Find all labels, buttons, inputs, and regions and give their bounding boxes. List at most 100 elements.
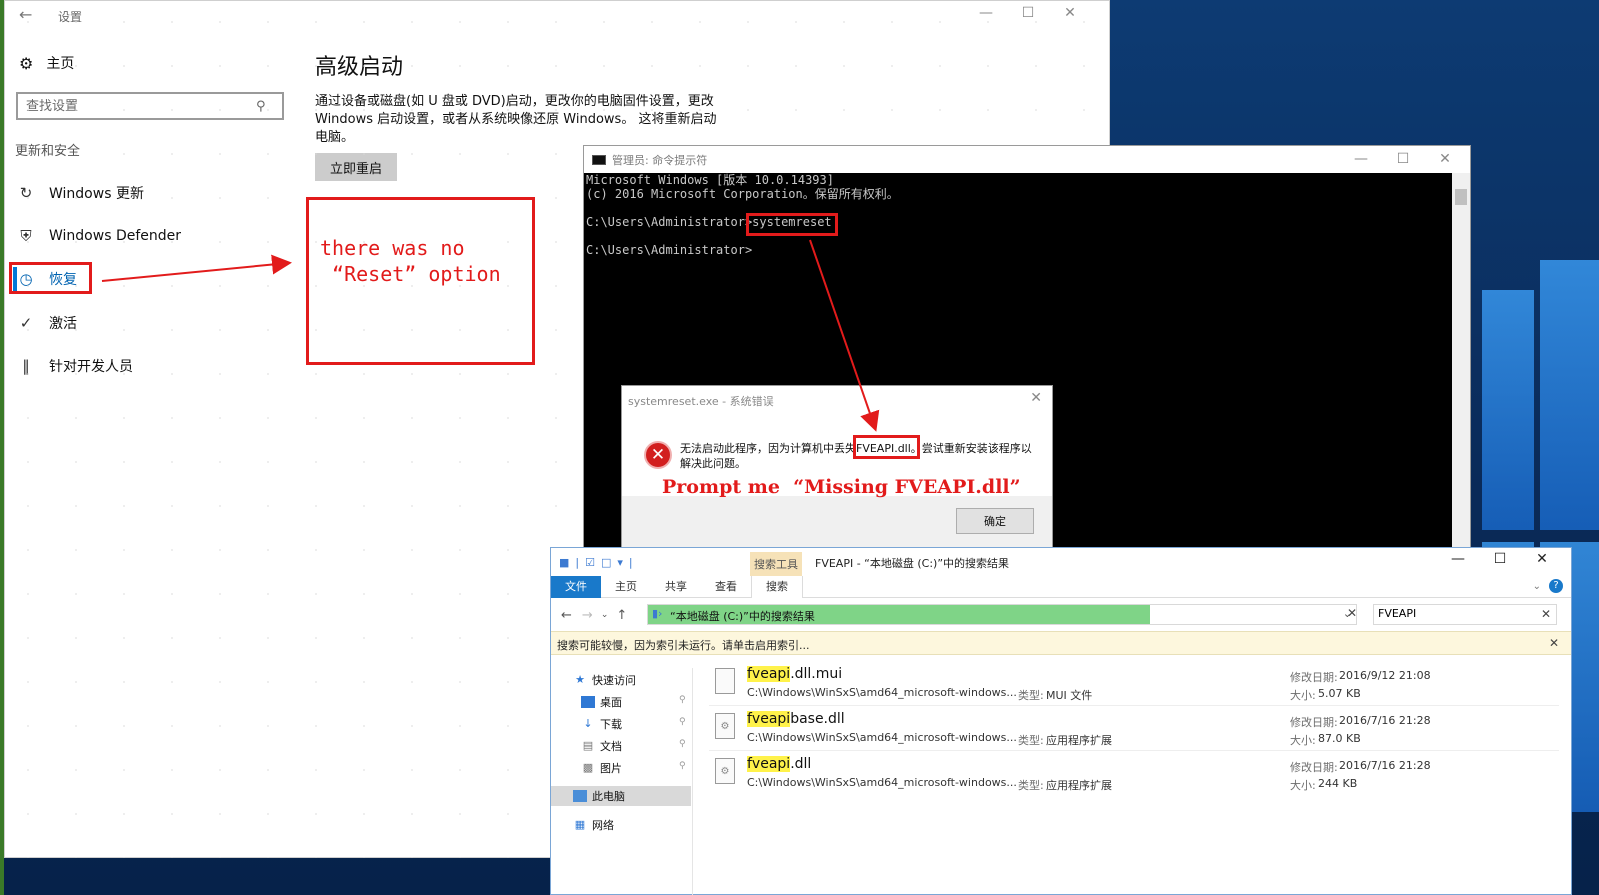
- pin-icon[interactable]: ⚲: [679, 761, 686, 771]
- file-type: MUI 文件: [1046, 689, 1093, 702]
- file-name-match: fveapi: [747, 756, 791, 772]
- scrollbar-thumb[interactable]: [1455, 189, 1467, 205]
- minimize-icon[interactable]: —: [1437, 551, 1479, 567]
- explorer-titlebar: ■|☑□▾| 搜索工具 FVEAPI - “本地磁盘 (C:)”中的搜索结果 —…: [551, 548, 1571, 576]
- cmd-titlebar: 管理员: 命令提示符 — ☐ ✕: [584, 146, 1470, 173]
- file-name: fveapi.dll.mui: [747, 666, 842, 682]
- nav-label: 网络: [592, 819, 614, 832]
- cmd-scrollbar[interactable]: [1452, 173, 1470, 553]
- close-icon[interactable]: ✕: [1049, 5, 1091, 21]
- file-row[interactable]: fveapi.dll.mui C:\Windows\WinSxS\amd64_m…: [709, 662, 1559, 706]
- ok-button[interactable]: 确定: [956, 508, 1034, 534]
- back-arrow-icon[interactable]: ←: [19, 5, 32, 24]
- restart-now-button[interactable]: 立即重启: [315, 153, 397, 181]
- nav-windows-defender[interactable]: ⛨ Windows Defender: [17, 221, 181, 251]
- settings-title: 设置: [58, 10, 83, 24]
- file-modified: 2016/9/12 21:08: [1339, 669, 1431, 682]
- pin-icon[interactable]: ⚲: [679, 739, 686, 749]
- file-path: C:\Windows\WinSxS\amd64_microsoft-window…: [747, 731, 1017, 744]
- explorer-search-input[interactable]: [1378, 607, 1528, 620]
- file-modified: 2016/7/16 21:28: [1339, 759, 1431, 772]
- gear-icon: ⚙: [19, 53, 34, 73]
- settings-titlebar: ← 设置 — ☐ ✕: [5, 1, 1111, 31]
- clear-search-icon[interactable]: ✕: [1541, 607, 1551, 621]
- file-icon: [715, 668, 735, 694]
- search-icon[interactable]: ⚲: [256, 99, 266, 114]
- cmd-title: 管理员: 命令提示符: [612, 153, 708, 167]
- maximize-icon[interactable]: ☐: [1007, 5, 1049, 21]
- close-icon[interactable]: ✕: [1030, 390, 1042, 406]
- settings-search-box[interactable]: ⚲: [16, 92, 284, 120]
- console-line: Microsoft Windows [版本 10.0.14393]: [586, 173, 834, 187]
- tab-search[interactable]: 搜索: [751, 575, 803, 598]
- check-circle-icon: ✓: [19, 314, 33, 332]
- maximize-icon[interactable]: ☐: [1382, 151, 1424, 167]
- tab-view[interactable]: 查看: [701, 576, 751, 598]
- picture-icon: ▩: [582, 761, 594, 774]
- nav-developers[interactable]: ‖ 针对开发人员: [17, 351, 133, 381]
- back-arrow-icon[interactable]: ←: [561, 608, 572, 623]
- ribbon-tabs: 文件 主页 共享 查看 搜索 ⌄ ?: [551, 575, 1571, 598]
- file-row[interactable]: ⚙ fveapi.dll C:\Windows\WinSxS\amd64_mic…: [709, 752, 1559, 796]
- settings-search-input[interactable]: [26, 98, 256, 114]
- type-label: 类型:: [1018, 779, 1044, 792]
- tab-file[interactable]: 文件: [551, 575, 601, 598]
- settings-window-controls: — ☐ ✕: [965, 5, 1091, 21]
- pin-icon[interactable]: ⚲: [679, 695, 686, 705]
- explorer-window-controls: — ☐ ✕: [1437, 551, 1563, 567]
- modified-label: 修改日期:: [1290, 761, 1338, 774]
- nav-item-label: 针对开发人员: [49, 359, 133, 375]
- nav-downloads[interactable]: ↓ 下载 ⚲: [581, 714, 721, 734]
- forward-arrow-icon[interactable]: →: [582, 608, 593, 623]
- pin-icon[interactable]: ⚲: [679, 717, 686, 727]
- nav-activation[interactable]: ✓ 激活: [17, 308, 77, 338]
- error-dialog-title: systemreset.exe - 系统错误: [628, 395, 774, 408]
- modified-label: 修改日期:: [1290, 671, 1338, 684]
- close-icon[interactable]: ✕: [1521, 551, 1563, 567]
- nav-home[interactable]: ⚙ 主页: [19, 53, 74, 73]
- cmd-icon: [592, 154, 606, 165]
- minimize-icon[interactable]: —: [1340, 151, 1382, 167]
- close-icon[interactable]: ✕: [1424, 151, 1466, 167]
- file-name: fveapi.dll: [747, 756, 811, 772]
- recent-chevron-icon[interactable]: ⌄: [601, 610, 609, 620]
- nav-quick-access[interactable]: ★ 快速访问: [573, 670, 636, 690]
- index-info-bar[interactable]: 搜索可能较慢，因为索引未运行。请单击启用索引... ✕: [551, 631, 1571, 655]
- folder-icon: ▮›: [652, 607, 663, 620]
- nav-desktop[interactable]: 桌面 ⚲: [581, 692, 721, 712]
- address-bar[interactable]: ▮› “本地磁盘 (C:)”中的搜索结果 ⌄: [647, 604, 1357, 625]
- help-icon[interactable]: ?: [1549, 579, 1563, 593]
- size-label: 大小:: [1290, 734, 1316, 747]
- nav-pictures[interactable]: ▩ 图片 ⚲: [581, 758, 721, 778]
- quick-access-toolbar-icon[interactable]: ■|☑□▾|: [559, 556, 639, 569]
- stop-search-icon[interactable]: ✕: [1347, 606, 1357, 620]
- minimize-icon[interactable]: —: [965, 5, 1007, 21]
- document-icon: ▤: [582, 739, 594, 752]
- desktop-icon: [581, 696, 595, 708]
- file-row[interactable]: ⚙ fveapibase.dll C:\Windows\WinSxS\amd64…: [709, 707, 1559, 751]
- explorer-search-box[interactable]: ✕: [1373, 604, 1557, 625]
- nav-network[interactable]: ▦ 网络: [573, 815, 614, 835]
- dll-highlight-box: [853, 435, 920, 459]
- nav-documents[interactable]: ▤ 文档 ⚲: [581, 736, 721, 756]
- nav-item-label: 激活: [49, 316, 77, 332]
- explorer-window: ■|☑□▾| 搜索工具 FVEAPI - “本地磁盘 (C:)”中的搜索结果 —…: [550, 547, 1572, 895]
- file-size: 87.0 KB: [1318, 732, 1361, 745]
- chevron-down-icon[interactable]: ⌄: [1533, 581, 1541, 592]
- nav-label: 下载: [600, 718, 622, 731]
- close-icon[interactable]: ✕: [1549, 636, 1559, 650]
- file-modified: 2016/7/16 21:28: [1339, 714, 1431, 727]
- tab-home[interactable]: 主页: [601, 576, 651, 598]
- maximize-icon[interactable]: ☐: [1479, 551, 1521, 567]
- type-label: 类型:: [1018, 734, 1044, 747]
- up-arrow-icon[interactable]: ↑: [616, 608, 627, 623]
- tab-share[interactable]: 共享: [651, 576, 701, 598]
- nav-this-pc[interactable]: 此电脑: [551, 786, 691, 806]
- nav-windows-update[interactable]: ↻ Windows 更新: [17, 178, 144, 208]
- search-tools-tab[interactable]: 搜索工具: [750, 552, 802, 576]
- file-type: 应用程序扩展: [1046, 779, 1112, 792]
- nav-label: 快速访问: [592, 674, 636, 687]
- shield-icon: ⛨: [20, 227, 32, 245]
- refresh-icon: ↻: [19, 184, 33, 202]
